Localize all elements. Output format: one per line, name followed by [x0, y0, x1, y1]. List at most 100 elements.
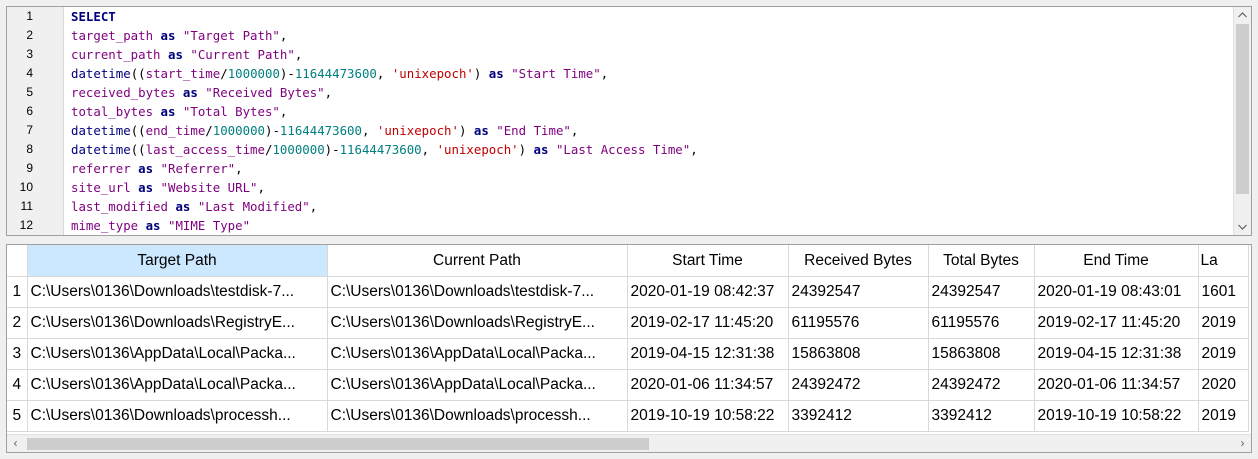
- table-cell[interactable]: 24392547: [788, 276, 929, 308]
- code-line[interactable]: target_path as "Target Path",: [71, 26, 287, 45]
- table-row[interactable]: 5 C:\Users\0136\Downloads\processh... C:\U…: [7, 400, 1249, 432]
- code-token: )-: [264, 123, 280, 138]
- table-row[interactable]: 4 C:\Users\0136\AppData\Local\Packa... C:\…: [7, 369, 1249, 401]
- code-token: ,: [309, 199, 318, 214]
- table-cell[interactable]: 1601: [1198, 276, 1249, 308]
- column-header[interactable]: Current Path: [327, 245, 628, 277]
- table-row[interactable]: 3 C:\Users\0136\AppData\Local\Packa... C:\…: [7, 338, 1249, 370]
- table-cell[interactable]: 24392472: [928, 369, 1035, 401]
- table-cell[interactable]: 2019-10-19 10:58:22: [1034, 400, 1199, 432]
- table-cell[interactable]: C:\Users\0136\Downloads\processh...: [27, 400, 328, 432]
- column-header[interactable]: Total Bytes: [928, 245, 1035, 277]
- code-token: /: [220, 66, 228, 81]
- table-cell[interactable]: 3392412: [788, 400, 929, 432]
- row-number[interactable]: 3: [7, 338, 28, 370]
- code-token: site_url: [71, 180, 131, 195]
- code-line[interactable]: mime_type as "MIME Type": [71, 216, 250, 235]
- table-cell[interactable]: 2020-01-19 08:43:01: [1034, 276, 1199, 308]
- horizontal-scrollbar[interactable]: ‹ ›: [7, 434, 1251, 452]
- table-cell[interactable]: C:\Users\0136\AppData\Local\Packa...: [327, 338, 628, 370]
- code-line[interactable]: total_bytes as "Total Bytes",: [71, 102, 287, 121]
- table-cell[interactable]: 61195576: [788, 307, 929, 339]
- arrow-down-icon[interactable]: [1234, 218, 1251, 235]
- table-row[interactable]: 1 C:\Users\0136\Downloads\testdisk-7... C:…: [7, 276, 1249, 308]
- table-cell[interactable]: 2020-01-06 11:34:57: [627, 369, 789, 401]
- table-cell[interactable]: 2020-01-19 08:42:37: [627, 276, 789, 308]
- column-header[interactable]: La: [1198, 245, 1249, 277]
- table-cell[interactable]: 15863808: [788, 338, 929, 370]
- code-line[interactable]: datetime((end_time/1000000)-11644473600,…: [71, 121, 578, 140]
- code-line[interactable]: datetime((last_access_time/1000000)-1164…: [71, 140, 698, 159]
- chevron-left-icon[interactable]: ‹: [7, 435, 24, 452]
- column-header[interactable]: End Time: [1034, 245, 1199, 277]
- table-cell[interactable]: 3392412: [928, 400, 1035, 432]
- code-token: current_path: [71, 47, 161, 62]
- vertical-scroll-thumb[interactable]: [1236, 24, 1249, 194]
- code-token: "Current Path": [190, 47, 295, 62]
- table-cell[interactable]: 24392472: [788, 369, 929, 401]
- row-number[interactable]: 4: [7, 369, 28, 401]
- column-header[interactable]: Target Path: [27, 245, 328, 277]
- code-token: ,: [235, 161, 243, 176]
- column-header[interactable]: Received Bytes: [788, 245, 929, 277]
- results-grid[interactable]: Target Path Current Path Start Time Receive…: [6, 244, 1252, 453]
- corner-header[interactable]: [7, 245, 28, 277]
- line-number: 8: [26, 142, 33, 156]
- table-cell[interactable]: 2020: [1198, 369, 1249, 401]
- code-line[interactable]: last_modified as "Last Modified",: [71, 197, 317, 216]
- code-token: mime_type: [71, 218, 139, 233]
- table-cell[interactable]: C:\Users\0136\AppData\Local\Packa...: [327, 369, 628, 401]
- row-number[interactable]: 1: [7, 276, 28, 308]
- table-cell[interactable]: C:\Users\0136\Downloads\testdisk-7...: [27, 276, 328, 308]
- line-number: 4: [26, 66, 33, 80]
- code-token: 1000000: [227, 66, 280, 81]
- code-token: 1000000: [272, 142, 325, 157]
- code-token: ,: [600, 66, 609, 81]
- table-cell[interactable]: C:\Users\0136\Downloads\testdisk-7...: [327, 276, 628, 308]
- code-token: start_time: [145, 66, 221, 81]
- code-token: end_time: [145, 123, 206, 138]
- code-token: as: [138, 218, 168, 233]
- row-number[interactable]: 5: [7, 400, 28, 432]
- table-cell[interactable]: 24392547: [928, 276, 1035, 308]
- code-line[interactable]: site_url as "Website URL",: [71, 178, 265, 197]
- table-row[interactable]: 2 C:\Users\0136\Downloads\RegistryE... C:\…: [7, 307, 1249, 339]
- table-cell[interactable]: 61195576: [928, 307, 1035, 339]
- line-number: 7: [26, 123, 33, 137]
- table-cell[interactable]: 2019-04-15 12:31:38: [627, 338, 789, 370]
- code-token: ((: [130, 66, 146, 81]
- table-cell[interactable]: 2019-02-17 11:45:20: [627, 307, 789, 339]
- code-token: as: [130, 180, 161, 195]
- arrow-up-icon[interactable]: [1234, 7, 1251, 24]
- code-line[interactable]: current_path as "Current Path",: [71, 45, 302, 64]
- table-cell[interactable]: C:\Users\0136\AppData\Local\Packa...: [27, 369, 328, 401]
- table-cell[interactable]: 2019-04-15 12:31:38: [1034, 338, 1199, 370]
- table-cell[interactable]: C:\Users\0136\AppData\Local\Packa...: [27, 338, 328, 370]
- table-cell[interactable]: 15863808: [928, 338, 1035, 370]
- table-cell[interactable]: C:\Users\0136\Downloads\RegistryE...: [27, 307, 328, 339]
- table-cell[interactable]: 2020-01-06 11:34:57: [1034, 369, 1199, 401]
- table-cell[interactable]: C:\Users\0136\Downloads\processh...: [327, 400, 628, 432]
- code-token: "Start Time": [511, 66, 601, 81]
- table-cell[interactable]: 2019-02-17 11:45:20: [1034, 307, 1199, 339]
- table-cell[interactable]: 2019-10-19 10:58:22: [627, 400, 789, 432]
- code-line[interactable]: referrer as "Referrer",: [71, 159, 243, 178]
- vertical-scrollbar[interactable]: [1233, 7, 1251, 235]
- horizontal-scroll-thumb[interactable]: [27, 438, 649, 450]
- code-area[interactable]: SELECT target_path as "Target Path", curre…: [64, 7, 1233, 235]
- table-cell[interactable]: 2019: [1198, 400, 1249, 432]
- row-number[interactable]: 2: [7, 307, 28, 339]
- table-cell[interactable]: 2019: [1198, 307, 1249, 339]
- column-header[interactable]: Start Time: [627, 245, 789, 277]
- code-token: "Received Bytes": [205, 85, 325, 100]
- chevron-right-icon[interactable]: ›: [1234, 435, 1251, 452]
- code-line[interactable]: received_bytes as "Received Bytes",: [71, 83, 332, 102]
- code-line[interactable]: SELECT: [71, 7, 116, 26]
- line-number: 3: [26, 47, 33, 61]
- table-cell[interactable]: 2019: [1198, 338, 1249, 370]
- code-line[interactable]: datetime((start_time/1000000)-1164447360…: [71, 64, 608, 83]
- code-token: as: [167, 199, 198, 214]
- sql-editor[interactable]: 1 2 3 4 5 6 7 8 9 10 11 12 SELECT target_path as "Ta…: [6, 6, 1252, 236]
- code-token: last_access_time: [145, 142, 265, 157]
- table-cell[interactable]: C:\Users\0136\Downloads\RegistryE...: [327, 307, 628, 339]
